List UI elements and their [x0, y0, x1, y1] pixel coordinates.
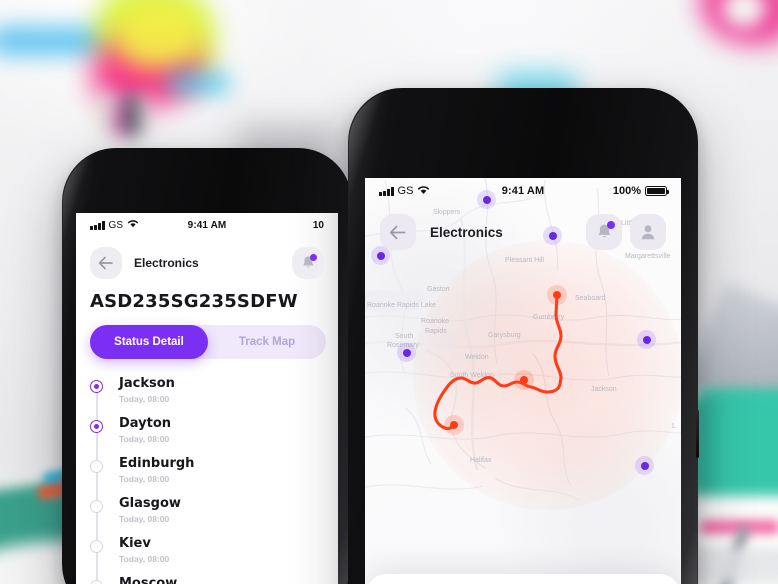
timeline-timestamp: Today, 08:00	[119, 553, 170, 564]
clock-left: 9:41 AM	[187, 219, 227, 231]
timeline-item[interactable]: Kiev Today, 08:00	[90, 536, 170, 564]
timeline-timestamp: Today, 08:00	[119, 433, 170, 444]
timeline-timestamp: Today, 08:00	[119, 393, 170, 404]
timeline-status-dot	[90, 580, 103, 584]
phone-left: GS 9:41 AM 10 Electronics ASD235SG235SDF…	[62, 148, 352, 584]
clock-right: 9:41 AM	[501, 185, 545, 197]
route-start-marker[interactable]	[444, 415, 464, 435]
notifications-button-left[interactable]	[292, 247, 324, 279]
phone-left-screen: GS 9:41 AM 10 Electronics ASD235SG235SDF…	[76, 213, 338, 584]
timeline-location-name: Moscow	[119, 576, 178, 584]
arrow-left-icon	[389, 225, 406, 239]
nav-bar-left: Electronics	[76, 247, 338, 279]
tab-label: Track Map	[238, 336, 296, 348]
notification-badge-left	[310, 254, 317, 261]
status-timeline-left: Jackson Today, 08:00 Dayton Today, 08:00 Edi…	[90, 376, 326, 584]
timeline-location-name: Edinburgh	[119, 456, 195, 471]
battery-icon	[645, 186, 670, 196]
timeline-location-name: Glasgow	[119, 496, 181, 511]
nav-bar-right: Electronics	[365, 214, 681, 250]
back-button-left[interactable]	[90, 247, 122, 279]
timeline-status-dot	[90, 540, 103, 553]
tab-label: Status Detail	[114, 336, 184, 348]
power-button[interactable]	[696, 410, 699, 458]
phone-right-screen: SkippersLittle TexasPleasant HillMargare…	[365, 178, 681, 584]
timeline-timestamp: Today, 08:00	[119, 473, 170, 484]
route-mid-marker[interactable]	[514, 370, 534, 390]
timeline-item[interactable]: Jackson Today, 08:00	[90, 376, 175, 404]
screenshot-stage: GS 9:41 AM 10 Electronics ASD235SG235SDF…	[0, 0, 778, 584]
timeline-item[interactable]: Dayton Today, 08:00	[90, 416, 172, 444]
timeline-item[interactable]: MoscowToday, 08:00	[90, 576, 178, 584]
page-title-left: Electronics	[134, 256, 199, 270]
timeline-status-dot	[90, 420, 103, 433]
user-avatar-icon	[641, 225, 655, 240]
notification-badge-right	[607, 221, 615, 229]
arrow-left-icon	[98, 256, 113, 270]
timeline-status-dot	[90, 380, 103, 393]
shipment-id-left: ASD235SG235SDFW	[90, 291, 298, 312]
timeline-timestamp: Today, 08:00	[119, 513, 170, 524]
timeline-location-name: Dayton	[119, 416, 172, 431]
status-bar-right: GS 9:41 AM 100%	[365, 178, 681, 204]
status-bar-left: GS 9:41 AM 10	[76, 213, 338, 237]
view-tabs-left: Status Detail Track Map	[90, 325, 326, 359]
page-title-right: Electronics	[430, 224, 503, 240]
timeline-location-name: Jackson	[119, 376, 175, 391]
route-end-marker[interactable]	[547, 285, 567, 305]
shipment-detail-sheet: ASD235SG235SDFW Status Detail Track Map	[365, 574, 681, 584]
profile-button[interactable]	[630, 214, 666, 250]
notifications-button-right[interactable]	[586, 214, 622, 250]
timeline-status-dot	[90, 500, 103, 513]
back-button-right[interactable]	[380, 214, 416, 250]
timeline-status-dot	[90, 460, 103, 473]
timeline-location-name: Kiev	[119, 536, 151, 551]
tab-status-detail-left[interactable]: Status Detail	[90, 325, 208, 359]
timeline-item[interactable]: Glasgow Today, 08:00	[90, 496, 181, 524]
phone-right: SkippersLittle TexasPleasant HillMargare…	[348, 88, 699, 584]
tab-track-map-left[interactable]: Track Map	[208, 325, 326, 359]
timeline-item[interactable]: Edinburgh Today, 08:00	[90, 456, 195, 484]
